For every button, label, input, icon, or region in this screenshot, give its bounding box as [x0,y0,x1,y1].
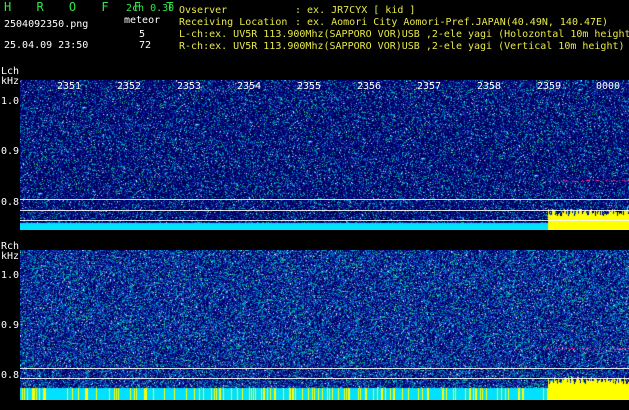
lch-reference-line [20,210,629,211]
time-tick-0000: 0000 [596,81,621,92]
time-tick-2352: 2352 [117,81,142,92]
observer-value: : ex. JR7CYX [ kid ] [295,5,416,16]
time-tick-2353: 2353 [177,81,202,92]
lch-description: L-ch:ex. UV5R 113.900Mhz(SAPPORO VOR)USB… [179,29,629,40]
lch-reference-line [20,220,629,221]
lch-unit-label: kHz [1,76,20,87]
observer-label: Ovserver [179,5,228,16]
filename-label: 2504092350.png [4,19,89,30]
time-tick-2355: 2355 [297,81,322,92]
rch-ytick-2: 0.9 [1,320,20,331]
lch-ytick-2: 0.9 [1,146,20,157]
lch-reference-line [20,199,629,200]
time-tick-2357: 2357 [417,81,442,92]
lch-ytick-3: 0.8 [1,197,20,208]
time-tick-2359: 2359 [537,81,562,92]
rch-ytick-3: 0.8 [1,370,20,381]
location-label: Receiving Location [179,17,288,28]
version-label: 2ch 0.30 [126,3,175,14]
lch-spectrogram [20,80,629,230]
time-tick-2358: 2358 [477,81,502,92]
mode-label: meteor [124,15,161,26]
location-value: : ex. Aomori City Aomori-Pref.JAPAN(40.4… [295,17,609,28]
time-tick-2351: 2351 [57,81,82,92]
rch-unit-label: kHz [1,251,20,262]
rch-reference-line [20,378,629,379]
rch-ytick-1: 1.0 [1,270,20,281]
rch-description: R-ch:ex. UV5R 113.900Mhz(SAPPORO VOR)USB… [179,41,625,52]
lch-spectrogram-canvas [20,80,629,230]
time-tick-2354: 2354 [237,81,262,92]
lch-ytick-1: 1.0 [1,96,20,107]
count-l-value: 5 [139,29,146,40]
datetime-label: 25.04.09 23:50 [4,40,89,51]
time-tick-2356: 2356 [357,81,382,92]
rch-spectrogram [20,250,629,400]
rch-reference-line [20,368,629,369]
count-r-value: 72 [139,40,152,51]
